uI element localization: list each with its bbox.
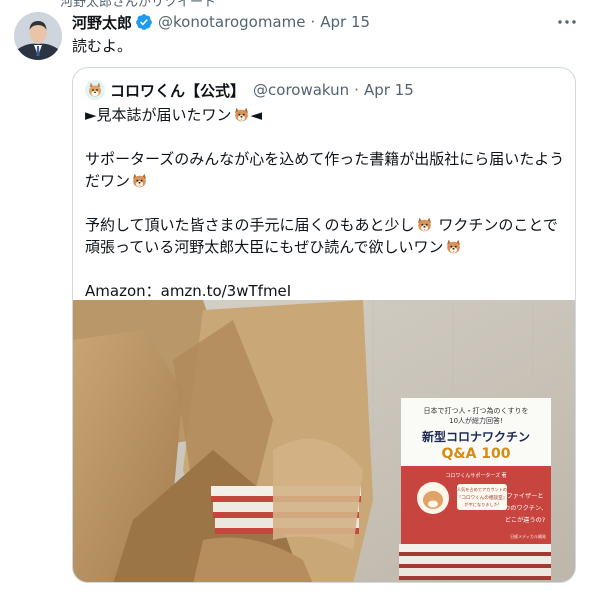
- book-authors: コロワくんサポーターズ 著: [445, 472, 506, 479]
- retweet-context-text: 河野太郎さんがリツイート: [60, 0, 217, 8]
- separator-dot: ·: [310, 13, 316, 31]
- book-top-text: 日本で打つ人・打つ為のくすりを: [424, 406, 529, 415]
- dog-face-icon: [416, 216, 433, 232]
- separator-dot: ·: [354, 81, 359, 99]
- quoted-author-name[interactable]: コロワくん【公式】: [110, 80, 245, 101]
- author-name[interactable]: 河野太郎: [72, 12, 132, 33]
- dog-face-icon: [233, 106, 250, 122]
- quoted-line-1: ►見本誌が届いたワン ◄: [85, 106, 263, 124]
- more-options-icon[interactable]: [557, 12, 577, 32]
- book-note: 『コロワくんの相談室』: [457, 494, 508, 501]
- amazon-link[interactable]: Amazon：amzn.to/3wTfmeI: [85, 280, 565, 302]
- dog-face-icon: [131, 172, 148, 188]
- tweet-text: 読むよ。: [72, 37, 133, 55]
- book-publisher: 日経メディカル開発: [510, 533, 546, 539]
- tweet-header: 河野太郎 @konotarogomame · Apr 15: [72, 11, 539, 33]
- retweet-context: 河野太郎さんがリツイート: [0, 0, 599, 8]
- book-callout: どこが違うの?: [505, 516, 545, 524]
- verified-badge-icon: [135, 13, 153, 31]
- book-title: 新型コロナワクチン: [422, 429, 530, 444]
- quoted-tweet-header: コロワくん【公式】 @corowakun · Apr 15: [85, 80, 414, 100]
- quoted-tweet-body: ►見本誌が届いたワン ◄ サポーターズのみんなが心を込めて作った書籍が出版社にら届…: [85, 104, 565, 302]
- author-avatar[interactable]: [14, 12, 62, 60]
- attached-photo[interactable]: 日本で打つ人・打つ為のくすりを 10人が総力回答! 新型コロナワクチン Q&A …: [73, 300, 575, 582]
- quoted-tweet-date[interactable]: Apr 15: [364, 81, 414, 99]
- quoted-tweet[interactable]: コロワくん【公式】 @corowakun · Apr 15 ►見本誌が届いたワン…: [72, 67, 576, 583]
- quoted-paragraph-2: サポーターズのみんなが心を込めて作った書籍が出版社にら届いたようだワン: [85, 150, 565, 190]
- book-note: 人気を占めてアカウントの: [457, 486, 507, 493]
- quoted-paragraph-3: 予約して頂いた皆さまの手元に届くのもあと少し ワクチンのことで頑張っている河野太…: [85, 216, 558, 256]
- dog-face-icon: [445, 238, 462, 254]
- tweet-date[interactable]: Apr 15: [320, 13, 370, 31]
- book-callout: ファイザーと: [506, 493, 543, 500]
- quoted-author-handle[interactable]: @corowakun: [253, 81, 349, 99]
- book-qa-title: Q&A 100: [441, 446, 510, 462]
- book-top-text: 10人が総力回答!: [449, 416, 503, 425]
- book-callout: アストラゼネカのワクチン、: [467, 504, 547, 512]
- author-handle[interactable]: @konotarogomame: [158, 13, 305, 31]
- quoted-author-avatar[interactable]: [85, 80, 105, 100]
